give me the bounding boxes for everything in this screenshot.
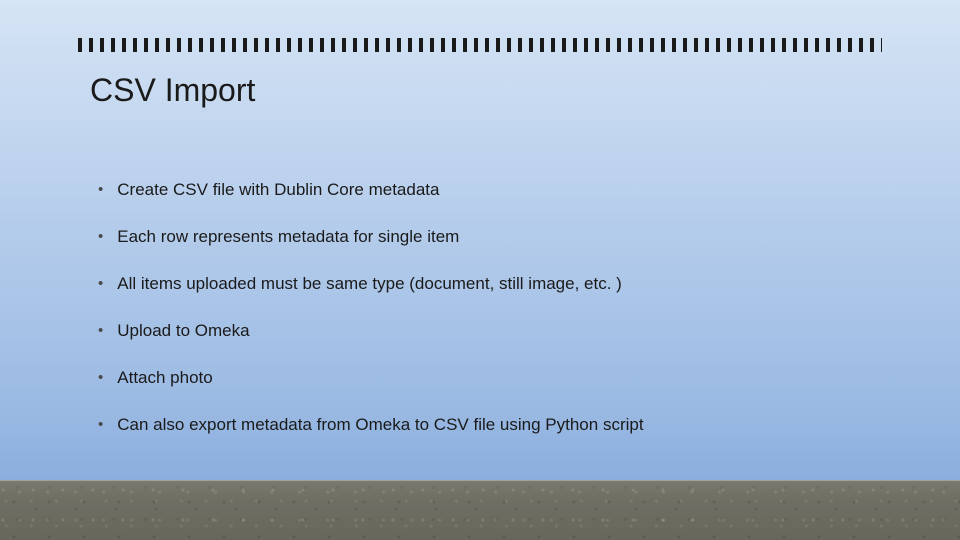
bullet-text: Attach photo <box>117 368 212 388</box>
list-item: • Can also export metadata from Omeka to… <box>98 415 900 435</box>
bullet-icon: • <box>98 415 103 435</box>
list-item: • Each row represents metadata for singl… <box>98 227 900 247</box>
bullet-text: All items uploaded must be same type (do… <box>117 274 622 294</box>
decorative-dashed-border <box>78 38 882 52</box>
slide-content: • Create CSV file with Dublin Core metad… <box>98 180 900 462</box>
bullet-icon: • <box>98 368 103 388</box>
list-item: • Create CSV file with Dublin Core metad… <box>98 180 900 200</box>
list-item: • Attach photo <box>98 368 900 388</box>
decorative-footer-texture <box>0 480 960 540</box>
slide-title: CSV Import <box>90 72 255 109</box>
bullet-icon: • <box>98 227 103 247</box>
bullet-text: Create CSV file with Dublin Core metadat… <box>117 180 439 200</box>
presentation-slide: CSV Import • Create CSV file with Dublin… <box>0 0 960 540</box>
list-item: • Upload to Omeka <box>98 321 900 341</box>
list-item: • All items uploaded must be same type (… <box>98 274 900 294</box>
bullet-text: Upload to Omeka <box>117 321 249 341</box>
bullet-text: Each row represents metadata for single … <box>117 227 459 247</box>
bullet-text: Can also export metadata from Omeka to C… <box>117 415 643 435</box>
bullet-icon: • <box>98 180 103 200</box>
bullet-icon: • <box>98 321 103 341</box>
bullet-icon: • <box>98 274 103 294</box>
